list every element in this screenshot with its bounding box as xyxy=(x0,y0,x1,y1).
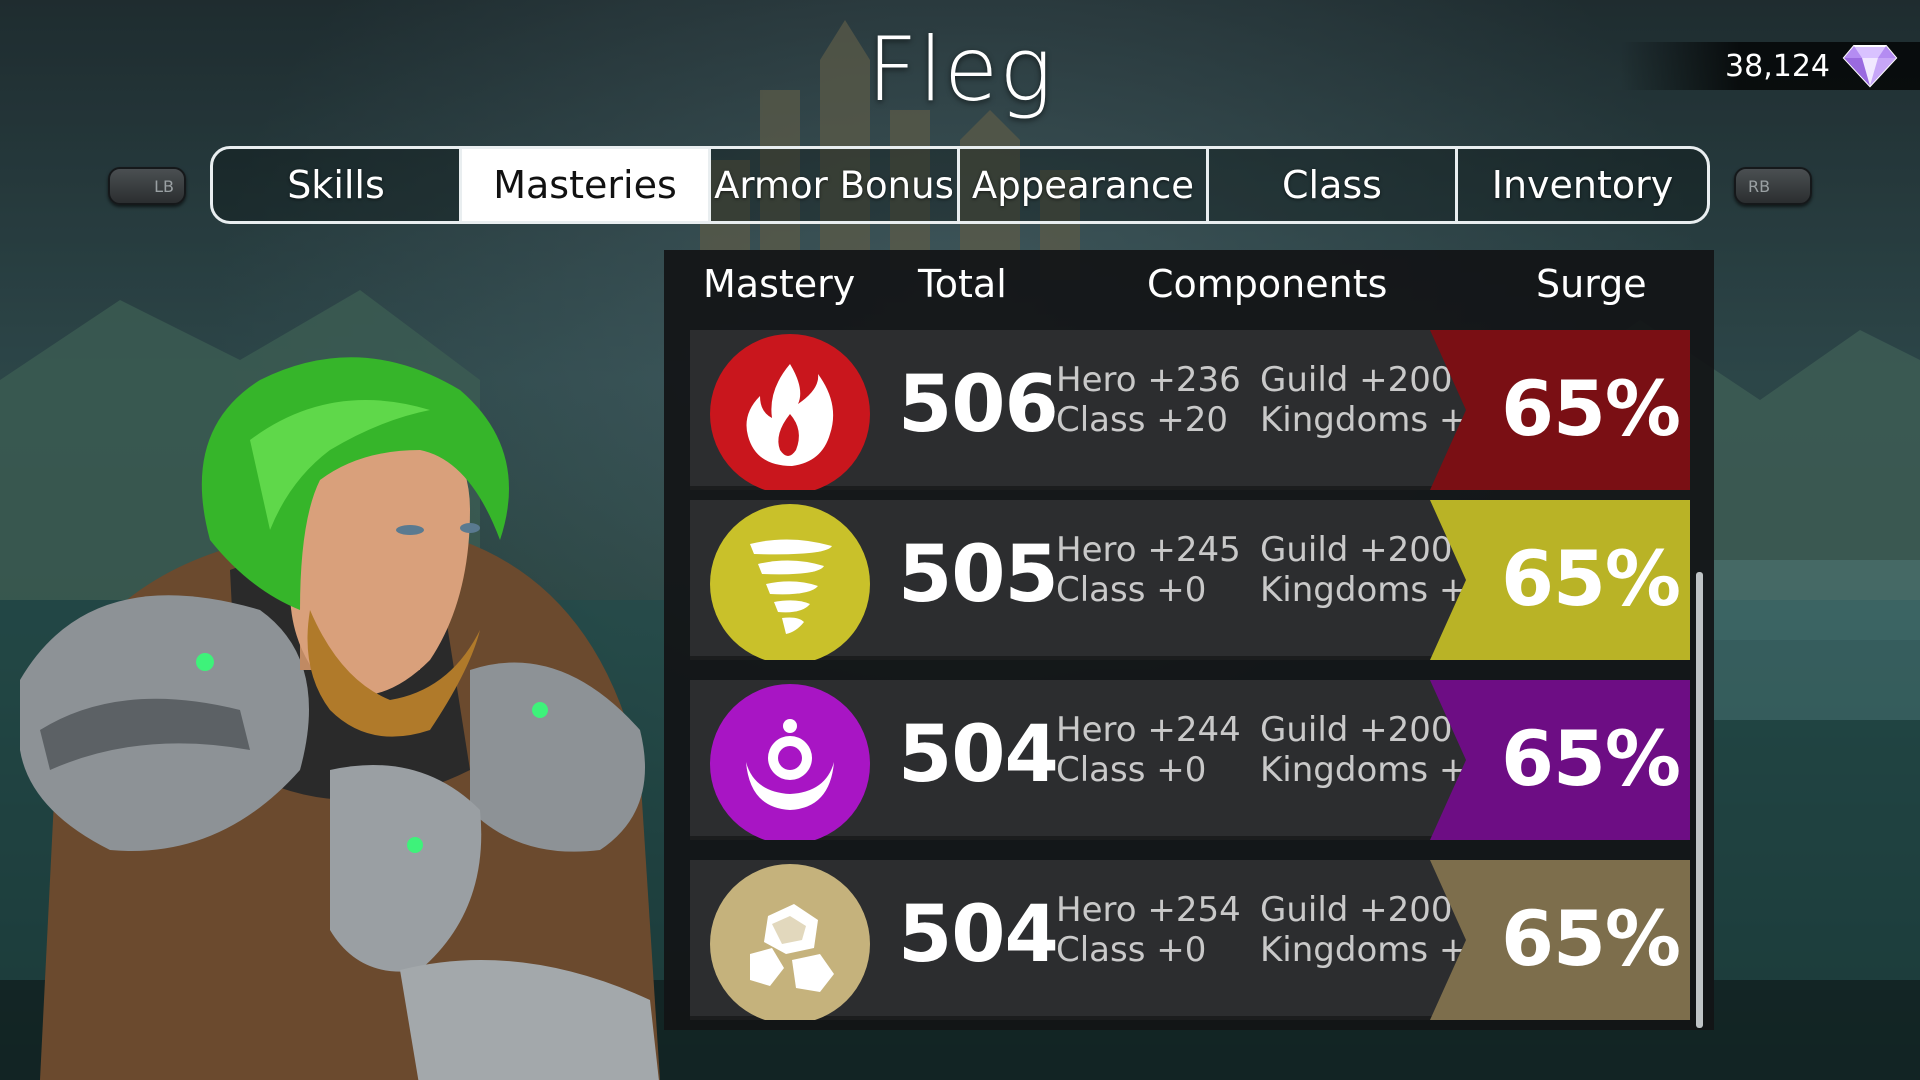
class-bonus: Class +20 xyxy=(1056,400,1229,440)
class-bonus: Class +0 xyxy=(1056,750,1207,790)
hero-bonus: Hero +254 xyxy=(1056,890,1241,930)
rock-icon xyxy=(710,864,870,1020)
header-mastery: Mastery xyxy=(703,262,856,306)
surge-value: 65% xyxy=(1501,894,1681,983)
fire-icon xyxy=(710,334,870,490)
mastery-row-air: 505 Hero +245 Class +0 Guild +200 Kingdo… xyxy=(690,500,1690,660)
header-total: Total xyxy=(918,262,1007,306)
mastery-total: 504 xyxy=(898,710,1059,800)
guild-bonus: Guild +200 xyxy=(1260,710,1453,750)
tab-inventory[interactable]: Inventory xyxy=(1458,149,1707,221)
surge-value: 65% xyxy=(1501,364,1681,453)
header-surge: Surge xyxy=(1536,262,1647,306)
mastery-row-earth: 504 Hero +254 Class +0 Guild +200 Kingdo… xyxy=(690,860,1690,1020)
guild-bonus: Guild +200 xyxy=(1260,360,1453,400)
surge-value: 65% xyxy=(1501,714,1681,803)
mastery-total: 504 xyxy=(898,890,1059,980)
gem-counter: 38,124 xyxy=(1620,42,1920,90)
mastery-total: 505 xyxy=(898,530,1059,620)
guild-bonus: Guild +200 xyxy=(1260,530,1453,570)
gem-count: 38,124 xyxy=(1725,48,1830,84)
tab-armor-bonus[interactable]: Armor Bonus xyxy=(711,149,960,221)
tab-class[interactable]: Class xyxy=(1209,149,1458,221)
scrollbar[interactable] xyxy=(1696,572,1703,1028)
hero-bonus: Hero +244 xyxy=(1056,710,1241,750)
gem-icon xyxy=(1842,45,1898,88)
mastery-row-fire: 506 Hero +236 Class +20 Guild +200 Kingd… xyxy=(690,330,1690,490)
header-components: Components xyxy=(1147,262,1388,306)
lb-button[interactable]: LB xyxy=(108,167,186,205)
mastery-total: 506 xyxy=(898,360,1059,450)
tornado-icon xyxy=(710,504,870,660)
hero-portrait xyxy=(20,357,660,1080)
guild-bonus: Guild +200 xyxy=(1260,890,1453,930)
hero-bonus: Hero +236 xyxy=(1056,360,1241,400)
mastery-row-magic: 504 Hero +244 Class +0 Guild +200 Kingdo… xyxy=(690,680,1690,840)
class-bonus: Class +0 xyxy=(1056,570,1207,610)
class-bonus: Class +0 xyxy=(1056,930,1207,970)
surge-value: 65% xyxy=(1501,534,1681,623)
rb-button[interactable]: RB xyxy=(1734,167,1812,205)
moon-orb-icon xyxy=(710,684,870,840)
hero-bonus: Hero +245 xyxy=(1056,530,1241,570)
tab-appearance[interactable]: Appearance xyxy=(960,149,1209,221)
